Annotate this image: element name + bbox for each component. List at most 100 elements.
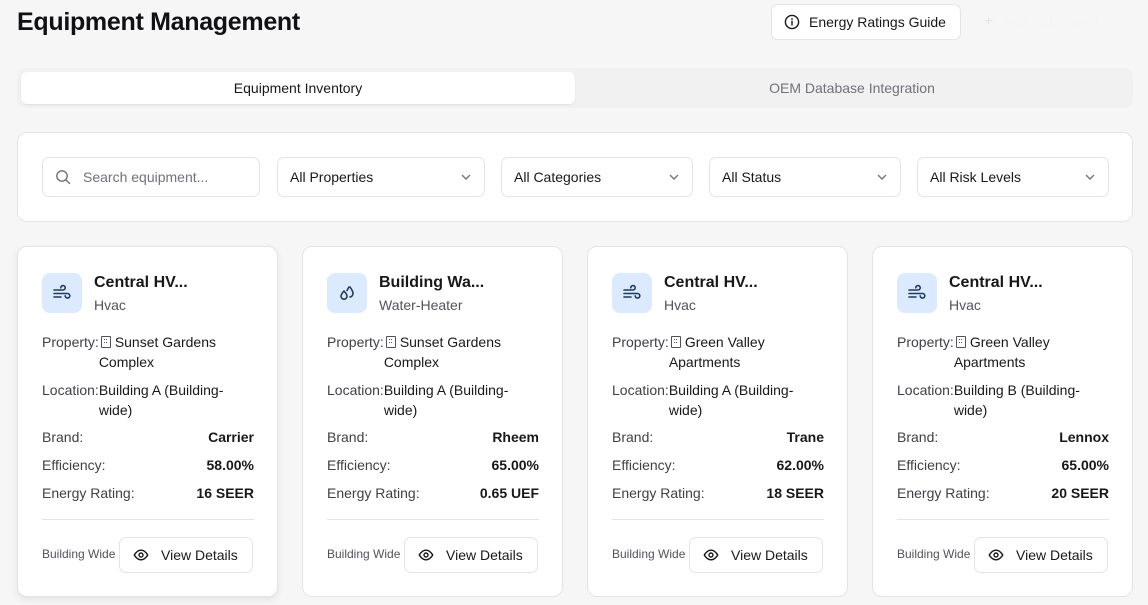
brand-row: Brand: Rheem: [327, 429, 539, 445]
status-filter-select[interactable]: All Status: [709, 157, 901, 197]
wind-icon: [897, 273, 937, 313]
equipment-name: Central HV...: [94, 274, 188, 291]
efficiency-value: 58.00%: [206, 457, 254, 473]
property-value: Sunset Gardens Complex: [99, 332, 254, 372]
property-row: Property: Green Valley Apartments: [897, 332, 1109, 372]
wind-icon: [612, 273, 652, 313]
brand-label: Brand:: [897, 429, 939, 445]
chevron-down-icon: [669, 174, 679, 180]
risk-filter-select[interactable]: All Risk Levels: [917, 157, 1109, 197]
search-input[interactable]: [83, 169, 243, 185]
property-value: Green Valley Apartments: [954, 332, 1109, 372]
tab-equipment-inventory[interactable]: Equipment Inventory: [21, 72, 575, 104]
eye-icon: [988, 549, 1004, 561]
location-label: Location:: [897, 382, 954, 398]
brand-label: Brand:: [327, 429, 369, 445]
divider: [42, 519, 254, 520]
view-details-label: View Details: [1016, 547, 1093, 563]
property-label: Property:: [327, 334, 384, 350]
property-label: Property:: [612, 334, 669, 350]
brand-value: Carrier: [208, 429, 254, 445]
equipment-category: Water-Heater: [379, 297, 463, 313]
efficiency-row: Efficiency: 58.00%: [42, 457, 254, 473]
efficiency-value: 62.00%: [776, 457, 824, 473]
energy-rating-row: Energy Rating: 20 SEER: [897, 485, 1109, 501]
location-value: Building A (Building-wide): [98, 382, 224, 418]
efficiency-value: 65.00%: [1061, 457, 1109, 473]
search-box[interactable]: [42, 157, 260, 197]
brand-row: Brand: Carrier: [42, 429, 254, 445]
tab-list: Equipment Inventory OEM Database Integra…: [17, 68, 1133, 108]
equipment-card[interactable]: Building Wa... Water-Heater Property: Su…: [302, 246, 563, 597]
scope-label: Building Wide: [612, 547, 686, 561]
brand-row: Brand: Trane: [612, 429, 824, 445]
tab-oem-database-integration[interactable]: OEM Database Integration: [575, 72, 1129, 104]
location-value: Building A (Building-wide): [383, 382, 509, 418]
scope-label: Building Wide: [42, 547, 116, 561]
efficiency-label: Efficiency:: [612, 457, 676, 473]
scope-label: Building Wide: [327, 547, 401, 561]
view-details-button[interactable]: View Details: [974, 537, 1108, 573]
view-details-label: View Details: [446, 547, 523, 563]
efficiency-value: 65.00%: [491, 457, 539, 473]
brand-value: Trane: [786, 429, 824, 445]
droplets-icon: [327, 273, 367, 313]
location-row: Location: Building A (Building-wide): [327, 380, 539, 420]
scope-label: Building Wide: [897, 547, 971, 561]
location-row: Location: Building B (Building-wide): [897, 380, 1109, 420]
divider: [612, 519, 824, 520]
equipment-card[interactable]: Central HV... Hvac Property: Sunset Gard…: [17, 246, 278, 597]
view-details-button[interactable]: View Details: [119, 537, 253, 573]
energy-ratings-guide-button[interactable]: Energy Ratings Guide: [771, 4, 961, 40]
page-title: Equipment Management: [17, 8, 300, 36]
view-details-button[interactable]: View Details: [404, 537, 538, 573]
brand-row: Brand: Lennox: [897, 429, 1109, 445]
energy-rating-label: Energy Rating:: [327, 485, 420, 501]
eye-icon: [418, 549, 434, 561]
location-label: Location:: [612, 382, 669, 398]
efficiency-row: Efficiency: 62.00%: [612, 457, 824, 473]
energy-rating-row: Energy Rating: 18 SEER: [612, 485, 824, 501]
category-filter-select[interactable]: All Categories: [501, 157, 693, 197]
brand-value: Lennox: [1059, 429, 1109, 445]
energy-rating-label: Energy Rating:: [42, 485, 135, 501]
efficiency-row: Efficiency: 65.00%: [897, 457, 1109, 473]
category-filter-value: All Categories: [514, 169, 602, 185]
energy-rating-value: 16 SEER: [196, 485, 254, 501]
location-row: Location: Building A (Building-wide): [42, 380, 254, 420]
property-value: Green Valley Apartments: [669, 332, 824, 372]
equipment-card[interactable]: Central HV... Hvac Property: Green Valle…: [872, 246, 1133, 597]
energy-rating-label: Energy Rating:: [612, 485, 705, 501]
property-filter-value: All Properties: [290, 169, 374, 185]
energy-rating-row: Energy Rating: 0.65 UEF: [327, 485, 539, 501]
equipment-category: Hvac: [664, 297, 696, 313]
property-filter-select[interactable]: All Properties: [277, 157, 485, 197]
location-value: Building A (Building-wide): [668, 382, 794, 418]
efficiency-row: Efficiency: 65.00%: [327, 457, 539, 473]
chevron-down-icon: [877, 174, 887, 180]
eye-icon: [133, 549, 149, 561]
location-label: Location:: [327, 382, 384, 398]
brand-label: Brand:: [42, 429, 84, 445]
energy-rating-value: 18 SEER: [766, 485, 824, 501]
equipment-category: Hvac: [949, 297, 981, 313]
equipment-name: Building Wa...: [379, 274, 485, 291]
brand-label: Brand:: [612, 429, 654, 445]
chevron-down-icon: [1085, 174, 1095, 180]
energy-ratings-guide-label: Energy Ratings Guide: [809, 14, 946, 30]
brand-value: Rheem: [492, 429, 539, 445]
divider: [897, 519, 1109, 520]
equipment-name: Central HV...: [949, 274, 1043, 291]
energy-rating-value: 20 SEER: [1051, 485, 1109, 501]
equipment-card[interactable]: Central HV... Hvac Property: Green Valle…: [587, 246, 848, 597]
property-row: Property: Sunset Gardens Complex: [327, 332, 539, 372]
view-details-label: View Details: [161, 547, 238, 563]
energy-rating-row: Energy Rating: 16 SEER: [42, 485, 254, 501]
view-details-button[interactable]: View Details: [689, 537, 823, 573]
property-label: Property:: [897, 334, 954, 350]
eye-icon: [703, 549, 719, 561]
wind-icon: [42, 273, 82, 313]
property-row: Property: Green Valley Apartments: [612, 332, 824, 372]
efficiency-label: Efficiency:: [897, 457, 961, 473]
add-equipment-button[interactable]: + Add Equipment: [984, 4, 1099, 40]
